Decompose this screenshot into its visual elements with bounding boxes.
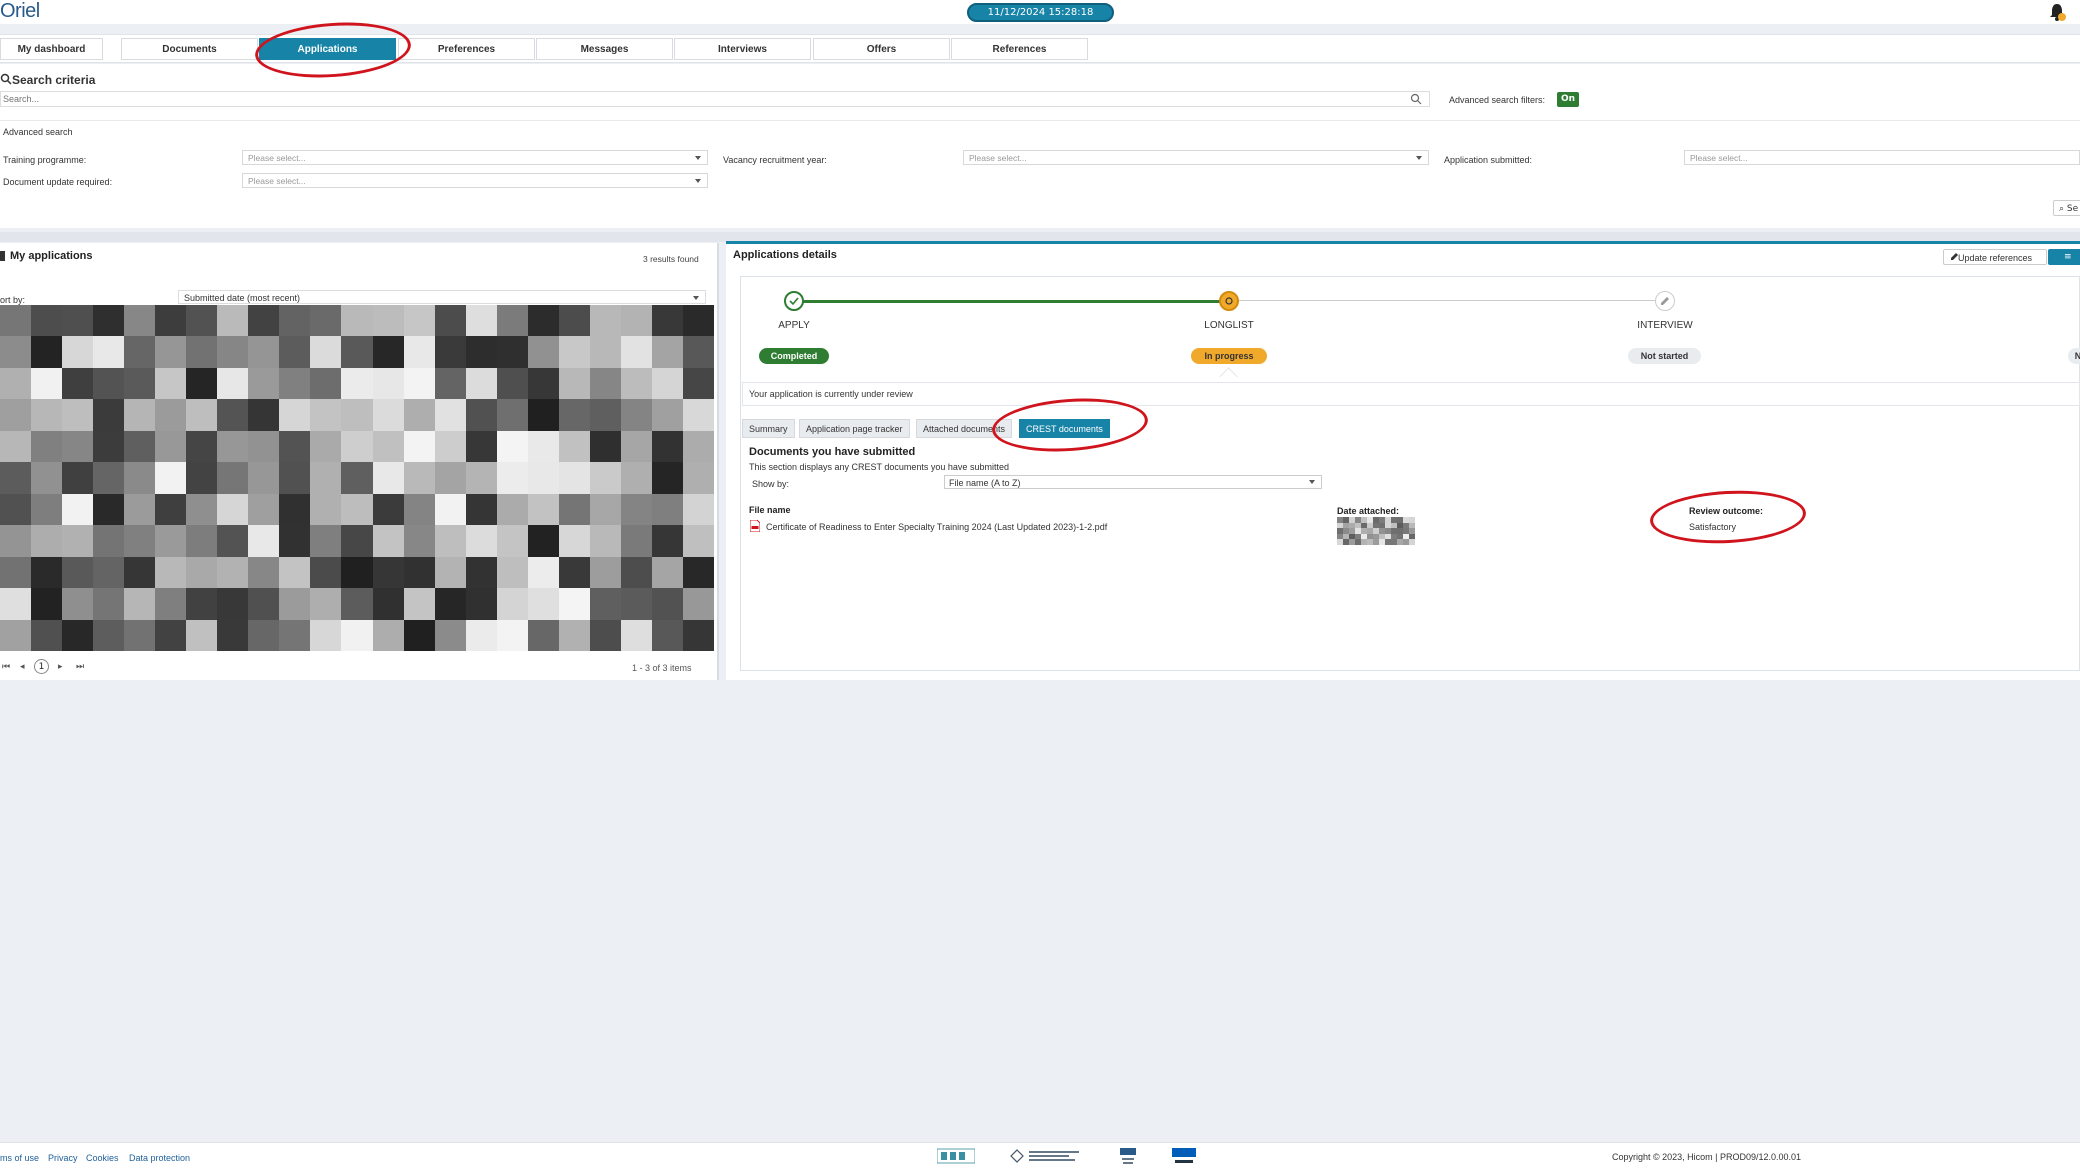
sort-by-label: ort by: — [0, 295, 26, 305]
privacy-link[interactable]: Privacy — [48, 1153, 78, 1163]
nhs-england-logo-icon — [1172, 1148, 1196, 1163]
sort-by-select[interactable]: Submitted date (most recent) — [178, 290, 706, 304]
tab-summary[interactable]: Summary — [742, 419, 795, 438]
next-page-icon[interactable]: ▸ — [58, 662, 63, 672]
prev-page-icon[interactable]: ◂ — [20, 662, 25, 672]
vacancy-year-select[interactable]: Please select... — [963, 150, 1429, 165]
search-criteria-panel — [0, 64, 2080, 228]
nhs-partner-logo-icon — [937, 1148, 975, 1164]
tab-interviews[interactable]: Interviews — [674, 38, 811, 60]
search-button[interactable]: ⌕ Se — [2053, 200, 2080, 216]
tab-application-page-tracker[interactable]: Application page tracker — [799, 419, 910, 438]
show-by-select[interactable]: File name (A to Z) — [944, 475, 1322, 489]
search-criteria-title: Search criteria — [12, 73, 96, 87]
pixelated-applications-list — [0, 305, 714, 651]
applications-menu-button[interactable]: ≡ App — [2048, 249, 2080, 278]
documents-description: This section displays any CREST document… — [749, 462, 1009, 472]
items-count: 1 - 3 of 3 items — [632, 663, 692, 673]
step-apply-check-icon — [784, 291, 804, 311]
step-interview-label: INTERVIEW — [1637, 320, 1693, 331]
details-inner-box — [740, 276, 2080, 671]
training-programme-select[interactable]: Please select... — [242, 150, 708, 165]
step-next-status-badge: N — [2068, 348, 2080, 364]
my-applications-title: My applications — [10, 250, 93, 262]
pdf-file-icon — [750, 520, 760, 532]
file-name-header: File name — [749, 505, 791, 515]
tab-references[interactable]: References — [951, 38, 1088, 60]
application-submitted-select[interactable]: Please select... — [1684, 150, 2080, 165]
step-longlist-progress-icon — [1219, 291, 1239, 311]
vacancy-year-label: Vacancy recruitment year: — [723, 155, 827, 165]
advanced-filters-toggle[interactable]: On — [1557, 92, 1579, 107]
application-details-title: Applications details — [733, 249, 837, 261]
pixelated-date-attached — [1337, 517, 1415, 545]
sort-by-value: Submitted date (most recent) — [184, 293, 301, 303]
gig-wales-logo-icon — [1010, 1149, 1079, 1163]
terms-of-use-link[interactable]: ms of use — [0, 1153, 39, 1163]
step-longlist-label: LONGLIST — [1204, 320, 1254, 331]
search-input[interactable] — [0, 91, 1430, 107]
tab-preferences[interactable]: Preferences — [398, 38, 535, 60]
document-update-label: Document update required: — [3, 177, 113, 187]
tab-offers[interactable]: Offers — [813, 38, 950, 60]
caret-down-icon — [1416, 156, 1422, 160]
copyright-text: Copyright © 2023, Hicom | PROD09/12.0.00… — [1612, 1152, 1802, 1162]
tab-my-dashboard[interactable]: My dashboard — [0, 38, 103, 60]
review-message: Your application is currently under revi… — [749, 389, 913, 399]
tab-documents[interactable]: Documents — [121, 38, 258, 60]
current-page-button[interactable]: 1 — [34, 659, 49, 674]
advanced-search-label: Advanced search — [3, 127, 73, 137]
tab-messages[interactable]: Messages — [536, 38, 673, 60]
caret-down-icon — [695, 156, 701, 160]
step-interview-status-badge: Not started — [1628, 348, 1701, 364]
caret-down-icon — [695, 179, 701, 183]
step-longlist-status-badge: In progress — [1191, 348, 1267, 364]
chevron-down-icon — [1309, 480, 1315, 484]
progress-line-completed — [794, 300, 1229, 303]
search-magnifier-icon[interactable] — [1410, 93, 1422, 105]
search-icon — [0, 73, 12, 85]
nhs-scotland-logo-icon — [1120, 1148, 1136, 1164]
date-attached-header: Date attached: — [1337, 506, 1400, 516]
show-by-label: Show by: — [752, 479, 790, 489]
oriel-logo[interactable]: Oriel — [0, 0, 40, 23]
caret-down-icon — [693, 296, 699, 300]
first-page-icon[interactable]: ⏮ — [2, 662, 10, 672]
progress-line-pending — [1229, 300, 1665, 301]
list-icon — [0, 251, 5, 261]
step-apply-status-badge: Completed — [759, 348, 829, 364]
application-submitted-value: Please select... — [1690, 153, 1748, 163]
data-protection-link[interactable]: Data protection — [129, 1153, 190, 1163]
document-update-value: Please select... — [248, 176, 306, 186]
show-by-value: File name (A to Z) — [949, 478, 1021, 488]
step-apply-label: APPLY — [778, 320, 810, 331]
last-page-icon[interactable]: ⏭ — [76, 662, 84, 672]
notification-bell-icon[interactable] — [2048, 2, 2066, 22]
training-programme-value: Please select... — [248, 153, 306, 163]
datetime-display: 11/12/2024 15:28:18 — [967, 3, 1114, 22]
divider — [0, 120, 2080, 121]
pencil-icon — [1951, 253, 1958, 260]
documents-heading: Documents you have submitted — [749, 446, 916, 458]
review-message-bar — [742, 382, 2080, 406]
search-button-label: Se — [2066, 204, 2079, 214]
step-interview-pencil-icon — [1655, 291, 1675, 311]
training-programme-label: Training programme: — [3, 155, 87, 165]
document-update-select[interactable]: Please select... — [242, 173, 708, 188]
application-submitted-label: Application submitted: — [1444, 155, 1533, 165]
advanced-filters-label: Advanced search filters: — [1449, 95, 1546, 105]
vacancy-year-value: Please select... — [969, 153, 1027, 163]
crest-document-link[interactable]: Certificate of Readiness to Enter Specia… — [766, 522, 1107, 532]
results-count: 3 results found — [643, 254, 699, 264]
cookies-link[interactable]: Cookies — [86, 1153, 119, 1163]
